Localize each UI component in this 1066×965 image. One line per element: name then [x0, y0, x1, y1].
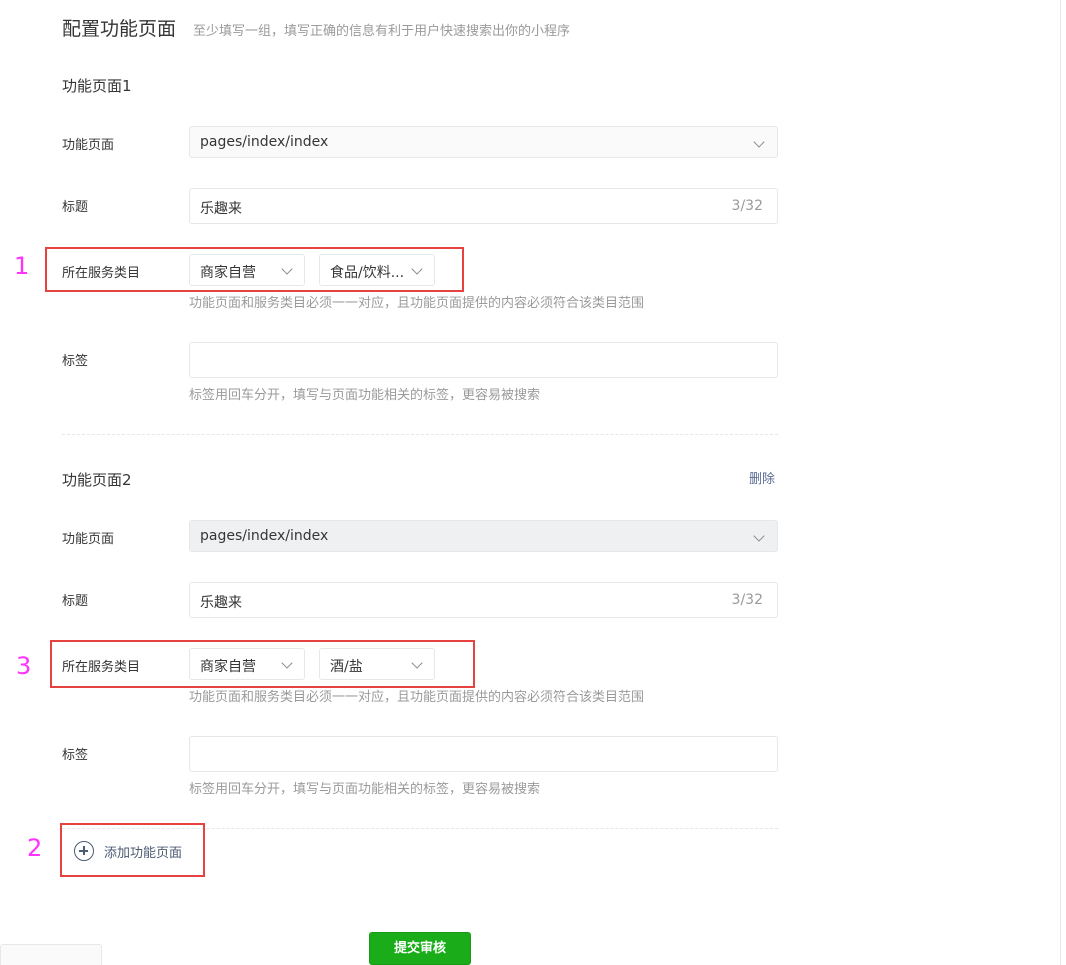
label-category-1: 所在服务类目 — [62, 266, 141, 281]
section-divider-1 — [62, 434, 778, 435]
page-select-2-value: pages/index/index — [200, 528, 329, 544]
category-select-1b[interactable]: 食品/饮料... — [319, 254, 435, 286]
chevron-down-icon — [281, 657, 293, 669]
category-hint-2: 功能页面和服务类目必须一一对应，且功能页面提供的内容必须符合该类目范围 — [189, 690, 645, 705]
page-select-1[interactable]: pages/index/index — [189, 126, 778, 158]
annotation-number-2: 2 — [27, 834, 43, 862]
annotation-number-3: 3 — [16, 652, 32, 680]
page-subtitle: 至少填写一组，填写正确的信息有利于用户快速搜索出你的小程序 — [193, 24, 571, 39]
annotation-number-1: 1 — [14, 252, 30, 280]
title-counter-1: 3/32 — [731, 198, 763, 214]
label-tags-1: 标签 — [62, 354, 89, 369]
title-input-2-value: 乐趣来 — [200, 595, 242, 611]
page-select-2[interactable]: pages/index/index — [189, 520, 778, 552]
tags-input-1[interactable] — [189, 342, 778, 378]
label-category-2: 所在服务类目 — [62, 660, 141, 675]
chevron-down-icon — [281, 263, 293, 275]
category-select-1a[interactable]: 商家自营 — [189, 254, 305, 286]
label-page-2: 功能页面 — [62, 532, 115, 547]
tags-hint-1: 标签用回车分开，填写与页面功能相关的标签，更容易被搜索 — [189, 388, 541, 403]
label-title-2: 标题 — [62, 594, 89, 609]
label-tags-2: 标签 — [62, 748, 89, 763]
page-select-1-value: pages/index/index — [200, 134, 329, 150]
footer-tab[interactable] — [0, 944, 102, 965]
label-title-1: 标题 — [62, 200, 89, 215]
plus-circle-icon — [74, 841, 94, 861]
chevron-down-icon — [753, 530, 765, 542]
title-input-1-value: 乐趣来 — [200, 201, 242, 217]
content-right-border — [1060, 0, 1061, 965]
chevron-down-icon — [411, 657, 423, 669]
section-title-page-1: 功能页面1 — [62, 77, 132, 95]
title-counter-2: 3/32 — [731, 592, 763, 608]
tags-input-2[interactable] — [189, 736, 778, 772]
category-select-2a-value: 商家自营 — [200, 659, 256, 675]
add-page-button[interactable]: 添加功能页面 — [74, 841, 182, 861]
tags-hint-2: 标签用回车分开，填写与页面功能相关的标签，更容易被搜索 — [189, 782, 541, 797]
chevron-down-icon — [411, 263, 423, 275]
submit-review-button[interactable]: 提交审核 — [369, 932, 471, 965]
section-title-page-2: 功能页面2 — [62, 471, 132, 489]
add-page-label: 添加功能页面 — [104, 845, 183, 861]
label-page-1: 功能页面 — [62, 138, 115, 153]
delete-page-2-link[interactable]: 删除 — [749, 468, 775, 487]
chevron-down-icon — [753, 136, 765, 148]
category-select-2b[interactable]: 酒/盐 — [319, 648, 435, 680]
category-select-2a[interactable]: 商家自营 — [189, 648, 305, 680]
category-hint-1: 功能页面和服务类目必须一一对应，且功能页面提供的内容必须符合该类目范围 — [189, 296, 645, 311]
category-select-1b-value: 食品/饮料... — [330, 265, 405, 281]
title-input-1[interactable]: 乐趣来 3/32 — [189, 188, 778, 224]
title-input-2[interactable]: 乐趣来 3/32 — [189, 582, 778, 618]
page-title: 配置功能页面 — [62, 18, 177, 40]
category-select-1a-value: 商家自营 — [200, 265, 256, 281]
category-select-2b-value: 酒/盐 — [330, 659, 363, 675]
